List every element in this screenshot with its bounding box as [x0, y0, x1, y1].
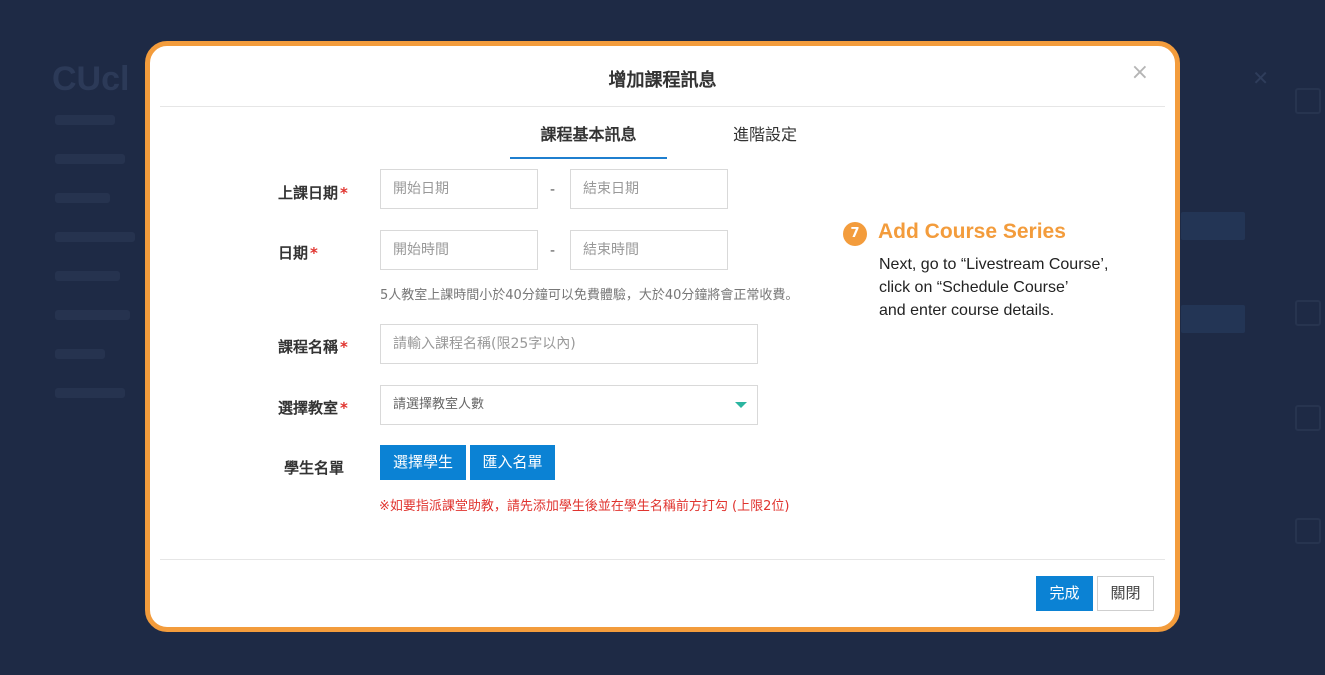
import-list-button[interactable]: 匯入名單 [470, 445, 555, 480]
close-icon[interactable]: × [1131, 62, 1149, 84]
required-mark: * [340, 399, 348, 417]
annotation-line: Next, go to “Livestream Course’, [879, 256, 1109, 273]
students-label: 學生名單 [284, 459, 345, 477]
select-students-button[interactable]: 選擇學生 [380, 445, 466, 480]
step-number-badge: 7 [843, 222, 867, 246]
date-separator: - [550, 182, 556, 198]
background-sidebar [55, 115, 145, 427]
modal-title: 增加課程訊息 [608, 70, 717, 91]
course-date-label: 上課日期 * [278, 184, 348, 202]
background-logo: CUcl [52, 60, 130, 98]
required-mark: * [340, 338, 348, 356]
add-course-modal: 增加課程訊息 × 課程基本訊息 進階設定 上課日期 * 開始日期 - 結束日期 日… [145, 41, 1180, 632]
course-name-input[interactable]: 請輸入課程名稱(限25字以內) [380, 324, 758, 364]
background-button [1181, 212, 1245, 240]
start-date-input[interactable]: 開始日期 [380, 169, 538, 209]
assistant-note: ※如要指派課堂助教，請先添加學生後並在學生名稱前方打勾 (上限2位) [379, 499, 790, 514]
time-separator: - [550, 243, 556, 259]
tab-basic-info[interactable]: 課程基本訊息 [510, 114, 667, 159]
annotation-line: click on “Schedule Course’ [879, 279, 1069, 296]
background-icon [1295, 518, 1321, 544]
classroom-label: 選擇教室 * [278, 399, 348, 417]
background-button [1181, 305, 1245, 333]
background-close-icon: ✕ [1252, 66, 1269, 90]
start-time-input[interactable]: 開始時間 [380, 230, 538, 270]
done-button[interactable]: 完成 [1036, 576, 1093, 611]
time-label: 日期 * [278, 244, 318, 262]
required-mark: * [340, 184, 348, 202]
required-mark: * [310, 244, 318, 262]
modal-header: 增加課程訊息 × [160, 46, 1165, 107]
classroom-select-value: 請選擇教室人數 [393, 397, 485, 412]
end-time-input[interactable]: 結束時間 [570, 230, 728, 270]
close-button[interactable]: 關閉 [1097, 576, 1154, 611]
background-icon [1295, 88, 1321, 114]
background-icon [1295, 405, 1321, 431]
chevron-down-icon [735, 402, 747, 408]
tab-advanced-settings[interactable]: 進階設定 [695, 114, 835, 157]
annotation-line: and enter course details. [879, 302, 1055, 319]
end-date-input[interactable]: 結束日期 [570, 169, 728, 209]
footer-divider [160, 559, 1165, 560]
classroom-select[interactable]: 請選擇教室人數 [380, 385, 758, 425]
background-icon [1295, 300, 1321, 326]
annotation-title: Add Course Series [878, 220, 1066, 243]
course-name-label: 課程名稱 * [278, 338, 348, 356]
time-pricing-hint: 5人教室上課時間小於40分鐘可以免費體驗，大於40分鐘將會正常收費。 [380, 288, 799, 303]
